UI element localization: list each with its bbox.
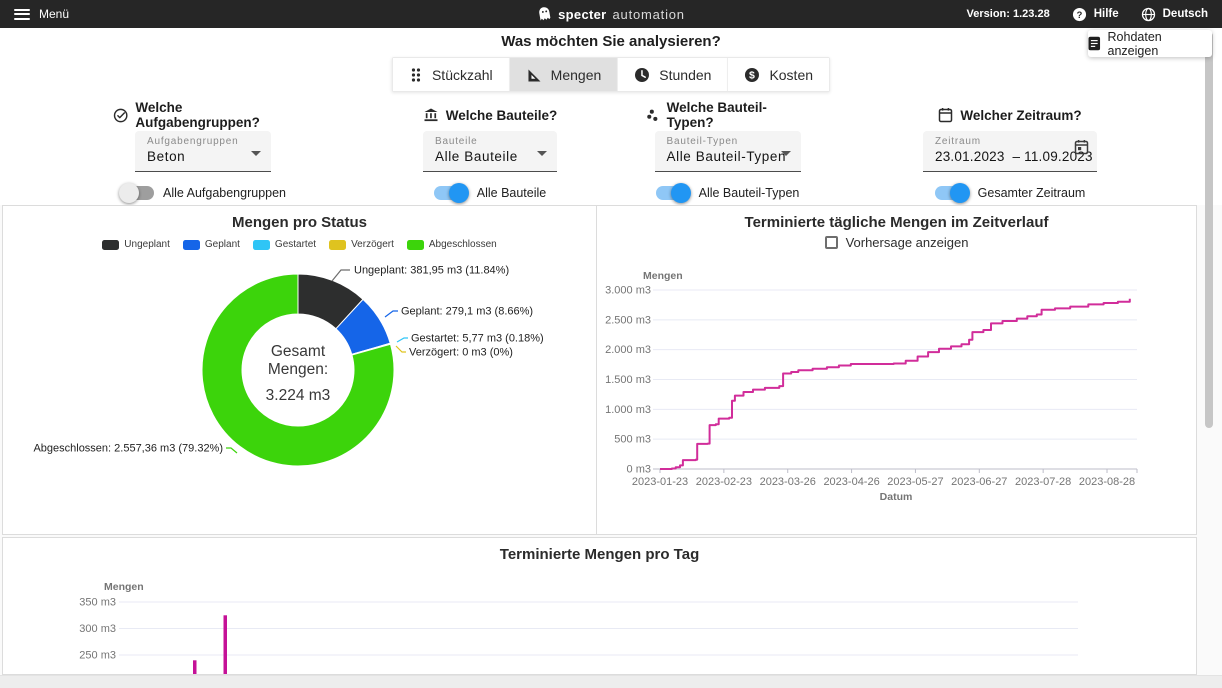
y-tick-label: 2.000 m3 bbox=[605, 344, 651, 356]
filter-question: Welche Bauteile? bbox=[423, 106, 558, 124]
donut-annotation: Ungeplant: 381,95 m3 (11.84%) bbox=[354, 265, 509, 277]
building-icon bbox=[423, 107, 439, 123]
menu-label: Menü bbox=[39, 7, 69, 21]
x-tick-label: 2023-08-28 bbox=[1079, 476, 1135, 488]
calendar-icon bbox=[938, 107, 953, 123]
y-tick-label: 0 m3 bbox=[627, 464, 651, 476]
language-button[interactable]: Deutsch bbox=[1141, 7, 1208, 22]
filter-question: Welche Aufgabengruppen? bbox=[113, 106, 293, 124]
filter-aufgabengruppen: Welche Aufgabengruppen? Aufgabengruppen … bbox=[113, 106, 293, 200]
alle-bauteile-toggle[interactable] bbox=[434, 186, 468, 200]
vertical-scrollbar[interactable] bbox=[1205, 32, 1213, 428]
alle-aufgabengruppen-toggle[interactable] bbox=[120, 186, 154, 200]
dollar-circle-icon: $ bbox=[744, 67, 760, 83]
y-tick-label: 300 m3 bbox=[79, 623, 116, 635]
tab-stueckzahl[interactable]: Stückzahl bbox=[393, 58, 509, 91]
y-tick-label: 1.000 m3 bbox=[605, 404, 651, 416]
y-tick-label: 250 m3 bbox=[79, 650, 116, 662]
donut-annotation: Verzögert: 0 m3 (0%) bbox=[409, 347, 513, 359]
date-picker-button[interactable] bbox=[1074, 139, 1089, 160]
horizontal-scrollbar[interactable] bbox=[0, 675, 1222, 688]
help-button[interactable]: ? Hilfe bbox=[1072, 7, 1119, 22]
annotation-leader bbox=[332, 270, 350, 281]
bar-chart-panel: Terminierte Mengen pro Tag Mengen350 m33… bbox=[2, 537, 1197, 675]
aufgabengruppen-select[interactable]: Aufgabengruppen Beton bbox=[135, 131, 271, 172]
globe-icon bbox=[1141, 7, 1156, 22]
line-series bbox=[660, 299, 1130, 469]
bauteile-select[interactable]: Bauteile Alle Bauteile bbox=[423, 131, 557, 172]
bar bbox=[193, 660, 197, 675]
page-title: Was möchten Sie analysieren? bbox=[0, 33, 1222, 50]
y-tick-label: 500 m3 bbox=[614, 434, 651, 446]
bar bbox=[224, 615, 228, 675]
svg-text:$: $ bbox=[750, 69, 756, 81]
y-axis-label: Mengen bbox=[643, 270, 683, 282]
y-axis-label: Mengen bbox=[104, 581, 144, 593]
bar-chart: Mengen350 m3300 m3250 m3200 m3 bbox=[3, 538, 1196, 675]
annotation-leader bbox=[226, 448, 237, 453]
ruler-triangle-icon bbox=[526, 67, 542, 83]
donut-annotation: Abgeschlossen: 2.557,36 m3 (79.32%) bbox=[33, 443, 223, 455]
menu-button[interactable]: Menü bbox=[0, 0, 83, 28]
help-icon: ? bbox=[1072, 7, 1087, 22]
y-tick-label: 350 m3 bbox=[79, 597, 116, 609]
filter-bauteil-typen: Welche Bauteil-Typen? Bauteil-Typen Alle… bbox=[645, 106, 810, 200]
chevron-down-icon bbox=[781, 151, 791, 156]
scatter-dots-icon bbox=[645, 108, 660, 123]
donut-chart: GesamtMengen: 3.224 m3 Ungeplant: 381,95 m… bbox=[3, 206, 596, 534]
brand-suffix: automation bbox=[613, 7, 685, 22]
x-tick-label: 2023-04-26 bbox=[823, 476, 879, 488]
donut-annotation: Gestartet: 5,77 m3 (0.18%) bbox=[411, 333, 544, 345]
calendar-icon bbox=[1074, 139, 1089, 155]
donut-center-label: Mengen: bbox=[268, 361, 328, 378]
ghost-logo-icon bbox=[536, 4, 554, 23]
grid-dots-icon bbox=[409, 67, 423, 83]
document-icon bbox=[1088, 36, 1101, 51]
x-tick-label: 2023-02-23 bbox=[696, 476, 752, 488]
zeitraum-field[interactable]: Zeitraum 23.01.2023 – 11.09.2023 bbox=[923, 131, 1097, 172]
donut-panel: Mengen pro Status UngeplantGeplantGestar… bbox=[2, 205, 597, 535]
hamburger-icon bbox=[14, 9, 30, 20]
tab-stunden[interactable]: Stunden bbox=[617, 58, 727, 91]
x-tick-label: 2023-06-27 bbox=[951, 476, 1007, 488]
svg-text:?: ? bbox=[1076, 9, 1082, 19]
y-tick-label: 2.500 m3 bbox=[605, 314, 651, 326]
x-tick-label: 2023-07-28 bbox=[1015, 476, 1071, 488]
donut-center-label: Gesamt bbox=[271, 343, 326, 360]
line-chart: Mengen 3.000 m3 2.500 m3 2.000 m3 1.500 m3 1.… bbox=[597, 206, 1196, 534]
clock-icon bbox=[634, 67, 650, 83]
version-label: Version: 1.23.28 bbox=[967, 8, 1050, 20]
x-tick-label: 2023-01-23 bbox=[632, 476, 688, 488]
raw-data-button[interactable]: Rohdaten anzeigen bbox=[1088, 30, 1212, 57]
filter-question: Welche Bauteil-Typen? bbox=[645, 106, 810, 124]
donut-center-value: 3.224 m3 bbox=[266, 387, 331, 404]
chevron-down-icon bbox=[537, 151, 547, 156]
y-tick-label: 3.000 m3 bbox=[605, 285, 651, 297]
alle-bauteil-typen-toggle[interactable] bbox=[656, 186, 690, 200]
topbar: Menü specter automation Version: 1.23.28… bbox=[0, 0, 1222, 28]
filter-bauteile: Welche Bauteile? Bauteile Alle Bauteile … bbox=[405, 106, 575, 200]
y-tick-label: 1.500 m3 bbox=[605, 374, 651, 386]
annotation-leader bbox=[397, 338, 408, 342]
check-circle-icon bbox=[113, 107, 128, 124]
bauteil-typen-select[interactable]: Bauteil-Typen Alle Bauteil-Typen bbox=[655, 131, 801, 172]
gesamter-zeitraum-toggle[interactable] bbox=[935, 186, 969, 200]
donut-annotation: Geplant: 279,1 m3 (8.66%) bbox=[401, 306, 533, 318]
brand-name: specter bbox=[558, 7, 606, 22]
filter-zeitraum: Welcher Zeitraum? Zeitraum 23.01.2023 – … bbox=[920, 106, 1100, 200]
filter-question: Welcher Zeitraum? bbox=[938, 106, 1081, 124]
annotation-leader bbox=[396, 346, 406, 352]
x-axis-label: Datum bbox=[880, 491, 913, 503]
x-tick-label: 2023-03-26 bbox=[760, 476, 816, 488]
line-chart-panel: Terminierte tägliche Mengen im Zeitverla… bbox=[596, 205, 1197, 535]
analysis-tabs: Stückzahl Mengen Stunden $ Kosten bbox=[392, 57, 830, 92]
tab-mengen[interactable]: Mengen bbox=[509, 58, 618, 91]
tab-kosten[interactable]: $ Kosten bbox=[727, 58, 829, 91]
x-tick-label: 2023-05-27 bbox=[887, 476, 943, 488]
annotation-leader bbox=[385, 311, 398, 317]
brand-logo: specter automation bbox=[537, 6, 685, 23]
chevron-down-icon bbox=[251, 151, 261, 156]
